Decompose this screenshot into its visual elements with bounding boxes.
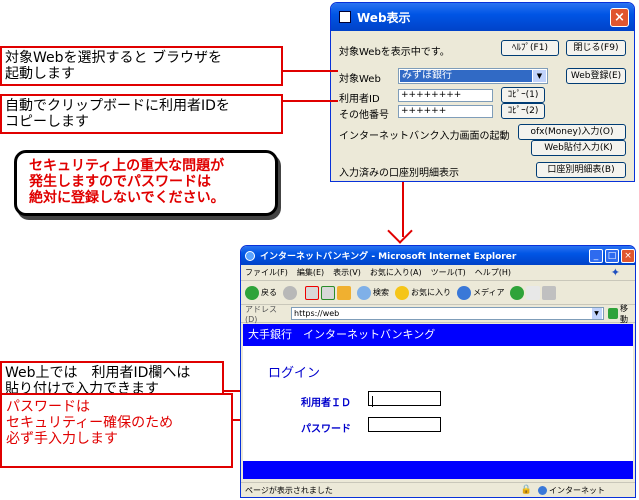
search-button[interactable]: 検索 (357, 285, 389, 300)
history-icon[interactable] (510, 285, 525, 300)
windows-logo-icon: ✦ (610, 266, 620, 279)
globe-icon (538, 485, 547, 495)
web-paste-button[interactable]: Web貼付入力(K) (531, 140, 626, 156)
back-arrow-icon (245, 285, 259, 300)
dialog-close-button[interactable]: × (610, 8, 629, 27)
address-label: アドレス(D) (245, 304, 277, 324)
ib-launch-label: インターネットバンク入力画面の起動 (339, 131, 510, 142)
browser-close-button[interactable]: × (621, 249, 635, 263)
other-number-field[interactable]: ++++++ (398, 105, 493, 118)
copy-other-button[interactable]: ｺﾋﾟｰ(2) (501, 103, 545, 119)
arrow-down-icon (387, 218, 413, 244)
text-cursor (372, 396, 373, 407)
annotation-line-select (283, 70, 338, 72)
stop-icon[interactable] (305, 285, 319, 300)
copy-user-id-button[interactable]: ｺﾋﾟｰ(1) (501, 87, 545, 103)
password-field-label: パスワード (301, 424, 351, 435)
chevron-down-icon[interactable]: ▼ (533, 70, 546, 82)
bank-page-footer (243, 461, 633, 479)
media-button[interactable]: メディア (457, 285, 504, 300)
browser-toolbar: 戻る 検索 お気に入り メディア (241, 281, 635, 305)
login-title: ログイン (268, 366, 321, 381)
browser-menubar: ファイル(F) 編集(E) 表示(V) お気に入り(A) ツール(T) ヘルプ(… (241, 265, 635, 281)
media-icon (457, 285, 471, 300)
dialog-title: Web表示 (357, 10, 411, 25)
app-icon (339, 11, 351, 23)
target-web-select[interactable]: みずほ銀行 ▼ (398, 68, 548, 84)
browser-title: インターネットバンキング - Microsoft Internet Explor… (260, 252, 517, 262)
back-button[interactable]: 戻る (245, 285, 277, 300)
target-web-value: みずほ銀行 (400, 70, 532, 82)
print-icon[interactable] (542, 285, 557, 300)
menu-help[interactable]: ヘルプ(H) (475, 267, 511, 278)
user-id-field[interactable]: ++++++++ (398, 89, 493, 102)
web-register-button[interactable]: Web登録(E) (566, 68, 626, 84)
browser-window: インターネットバンキング - Microsoft Internet Explor… (240, 245, 636, 498)
web-display-dialog: Web表示 × 対象Webを表示中です。 ﾍﾙﾌﾟ(F1) 閉じる(F9) 対象… (330, 2, 635, 182)
security-zone: 🔒 インターネット (520, 485, 605, 495)
status-text: 対象Webを表示中です。 (339, 47, 450, 58)
star-icon (395, 285, 409, 300)
address-bar: アドレス(D) https://web ▼ 移動 (241, 303, 635, 325)
go-arrow-icon (607, 308, 618, 319)
user-id-field-label: 利用者ＩＤ (301, 398, 351, 409)
ofx-money-button[interactable]: ofx(Money)入力(O) (518, 124, 626, 140)
favorites-button[interactable]: お気に入り (395, 285, 451, 300)
user-id-input[interactable] (368, 391, 441, 407)
target-web-label: 対象Web (339, 74, 381, 85)
help-button[interactable]: ﾍﾙﾌﾟ(F1) (501, 40, 559, 56)
annotation-copy-id: 自動でクリップボードに利用者IDを コピーします (0, 94, 283, 134)
menu-favorites[interactable]: お気に入り(A) (370, 267, 422, 278)
browser-statusbar: ページが表示されました 🔒 インターネット (241, 482, 635, 497)
web-page: 大手銀行 インターネットバンキング ログイン 利用者ＩＤ パスワード (243, 324, 633, 479)
statement-label: 入力済みの口座別明細表示 (339, 168, 459, 179)
close-button[interactable]: 閉じる(F9) (566, 40, 626, 56)
dialog-titlebar: Web表示 (331, 3, 634, 31)
forward-button[interactable] (283, 285, 299, 300)
forward-arrow-icon (283, 285, 297, 300)
home-icon[interactable] (337, 285, 351, 300)
menu-edit[interactable]: 編集(E) (297, 267, 324, 278)
menu-file[interactable]: ファイル(F) (245, 267, 288, 278)
bank-page-header: 大手銀行 インターネットバンキング (243, 324, 633, 346)
refresh-icon[interactable] (321, 285, 335, 300)
go-button[interactable]: 移動 (607, 303, 635, 325)
user-id-label: 利用者ID (339, 94, 380, 105)
annotation-password-manual: パスワードは セキュリティー確保のため 必ず手入力します (0, 393, 233, 468)
lock-icon: 🔒 (520, 485, 532, 495)
minimize-button[interactable]: _ (589, 249, 603, 263)
address-input[interactable]: https://web ▼ (291, 307, 604, 320)
chevron-down-icon[interactable]: ▼ (591, 308, 602, 319)
status-text: ページが表示されました (245, 485, 333, 495)
browser-titlebar: インターネットバンキング - Microsoft Internet Explor… (241, 246, 635, 265)
maximize-button[interactable]: □ (605, 249, 619, 263)
ie-icon (245, 250, 255, 261)
menu-tools[interactable]: ツール(T) (431, 267, 466, 278)
statement-button[interactable]: 口座別明細表(B) (536, 162, 626, 178)
password-input[interactable] (368, 417, 441, 432)
annotation-select-web: 対象Webを選択すると ブラウザを 起動します (0, 46, 283, 86)
menu-view[interactable]: 表示(V) (333, 267, 361, 278)
search-icon (357, 285, 371, 300)
mail-icon[interactable] (526, 285, 541, 300)
annotation-line-copy (283, 100, 338, 102)
other-number-label: その他番号 (339, 110, 389, 121)
security-warning: セキュリティ上の重大な問題が 発生しますのでパスワードは 絶対に登録しないでくだ… (14, 150, 278, 216)
